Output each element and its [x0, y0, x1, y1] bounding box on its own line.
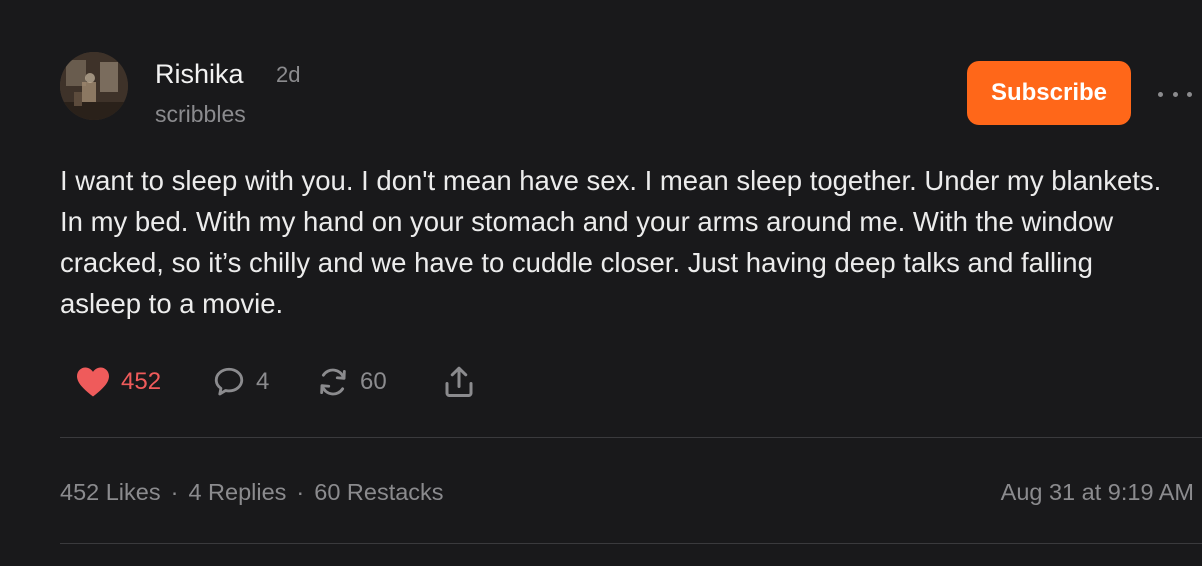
- heart-icon: [77, 367, 109, 397]
- separator-dot: ·: [170, 479, 179, 505]
- divider: [60, 437, 1202, 438]
- restacks-stat[interactable]: 60 Restacks: [314, 479, 443, 505]
- publication-name[interactable]: scribbles: [155, 99, 246, 129]
- author-name[interactable]: Rishika: [155, 57, 244, 91]
- subscribe-button[interactable]: Subscribe: [967, 61, 1131, 125]
- author-avatar[interactable]: [60, 52, 128, 120]
- post-body: I want to sleep with you. I don't mean h…: [60, 165, 1162, 319]
- like-count: 452: [121, 368, 162, 395]
- share-icon: [445, 366, 473, 397]
- likes-stat[interactable]: 452 Likes: [60, 479, 161, 505]
- comment-bubble-icon: [214, 367, 244, 396]
- restack-count: 60: [360, 368, 387, 395]
- reply-button[interactable]: 4: [212, 362, 269, 402]
- more-dots-icon: [1187, 91, 1192, 97]
- post-stats: 452 Likes · 4 Replies · 60 Restacks: [60, 476, 444, 508]
- share-button[interactable]: [441, 362, 477, 402]
- post-timestamp: Aug 31 at 9:19 AM: [1000, 479, 1194, 505]
- restack-icon: [320, 368, 346, 396]
- divider: [60, 543, 1202, 544]
- more-options-button[interactable]: [1158, 82, 1192, 106]
- more-dots-icon: [1172, 91, 1178, 97]
- replies-stat[interactable]: 4 Replies: [188, 479, 286, 505]
- restack-button[interactable]: 60: [316, 362, 387, 402]
- like-button[interactable]: 452: [75, 362, 161, 402]
- separator-dot: ·: [296, 479, 305, 505]
- more-dots-icon: [1158, 91, 1163, 97]
- reply-count: 4: [256, 368, 270, 395]
- post-age[interactable]: 2d: [276, 59, 300, 91]
